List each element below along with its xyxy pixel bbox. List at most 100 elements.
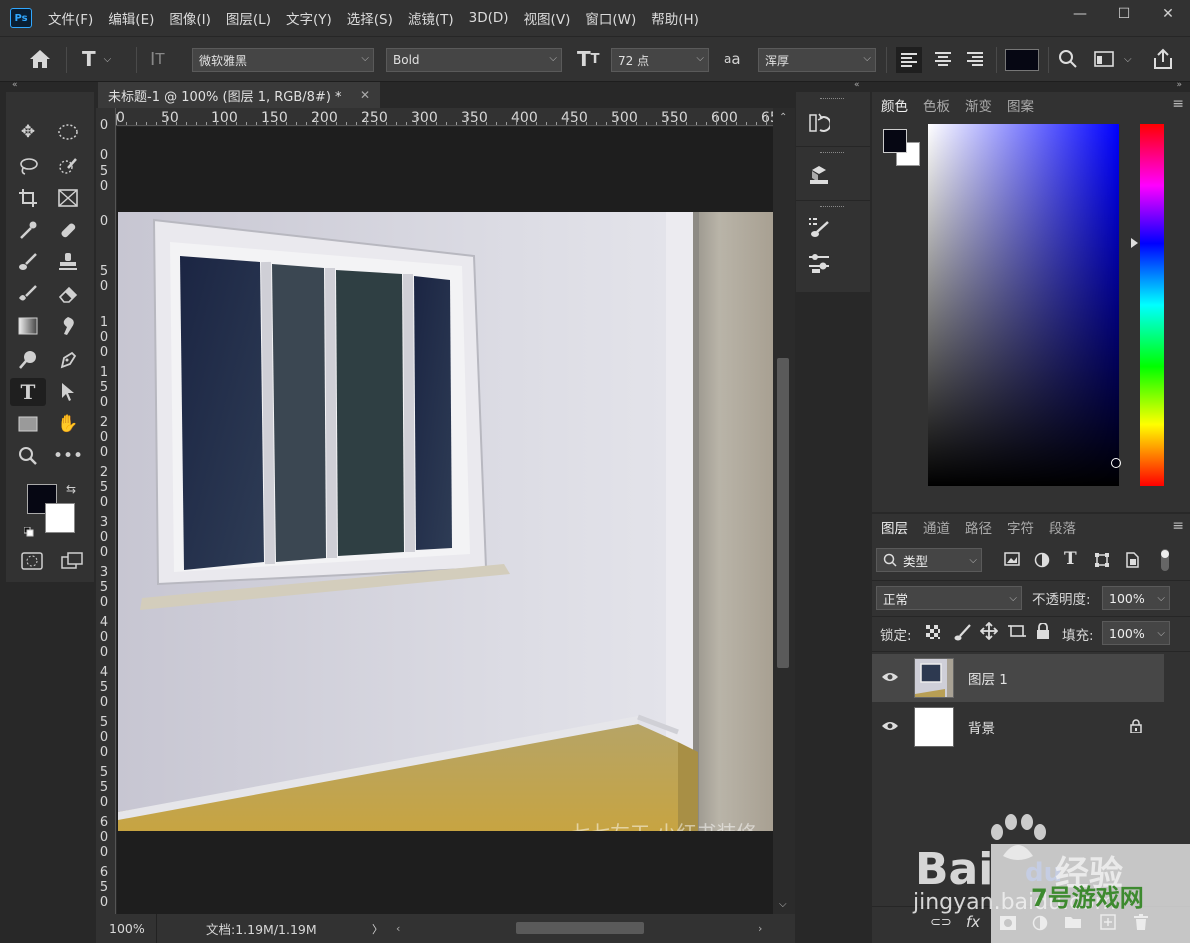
- link-layers-icon[interactable]: ⊂⊃: [930, 915, 952, 930]
- quick-mask-icon[interactable]: [14, 547, 50, 575]
- workspace-icon[interactable]: ⌵: [1094, 47, 1132, 71]
- hue-slider-handle[interactable]: [1131, 238, 1138, 248]
- layer-effects-fx-icon[interactable]: fx: [966, 913, 980, 931]
- maximize-button[interactable]: ☐: [1102, 0, 1146, 28]
- history-panel-icon[interactable]: [806, 110, 832, 136]
- layer-name[interactable]: 背景: [968, 717, 995, 737]
- lock-artboard-icon[interactable]: [1008, 623, 1026, 643]
- fill-input[interactable]: 100% ⌵: [1102, 621, 1170, 645]
- path-selection-tool-icon[interactable]: [50, 378, 86, 406]
- horizontal-ruler[interactable]: 0 50 100 150 200 250 300 350 400 450 500…: [116, 108, 773, 126]
- layer-row-background[interactable]: 背景: [872, 703, 1164, 751]
- type-tool-icon[interactable]: T: [10, 378, 46, 406]
- hand-tool-icon[interactable]: ✋: [50, 410, 86, 438]
- 3d-panel-icon[interactable]: [806, 162, 832, 188]
- menu-window[interactable]: 窗口(W): [585, 8, 636, 28]
- layer-row-layer1[interactable]: 图层 1: [872, 654, 1164, 702]
- menu-file[interactable]: 文件(F): [48, 8, 93, 28]
- pen-tool-icon[interactable]: [50, 346, 86, 374]
- status-menu-arrow[interactable]: 〉: [372, 921, 383, 937]
- search-icon[interactable]: [1058, 47, 1078, 71]
- zoom-level[interactable]: 100%: [109, 921, 145, 936]
- minimize-button[interactable]: —: [1058, 0, 1102, 28]
- brush-settings-panel-icon[interactable]: [806, 214, 832, 240]
- eraser-tool-icon[interactable]: [50, 280, 86, 308]
- gradient-tool-icon[interactable]: [10, 312, 46, 340]
- smudge-tool-icon[interactable]: [50, 312, 86, 340]
- tab-swatches[interactable]: 色板: [923, 95, 950, 115]
- filter-type-icon[interactable]: T: [1064, 549, 1077, 569]
- menu-filter[interactable]: 滤镜(T): [408, 8, 454, 28]
- color-panel-menu-icon[interactable]: ≡: [1172, 96, 1184, 112]
- menu-help[interactable]: 帮助(H): [651, 8, 699, 28]
- font-size-select[interactable]: 72 点 ⌵: [611, 48, 709, 72]
- tab-layers[interactable]: 图层: [881, 517, 908, 537]
- scroll-up-icon[interactable]: ⌃: [779, 112, 787, 123]
- right-panel-collapse[interactable]: »: [872, 80, 1190, 92]
- swap-colors-icon[interactable]: ⇆: [66, 482, 76, 496]
- align-right-icon[interactable]: [962, 47, 988, 71]
- hue-slider[interactable]: [1131, 124, 1164, 486]
- tab-channels[interactable]: 通道: [923, 517, 950, 537]
- home-icon[interactable]: [28, 47, 52, 71]
- more-tools-icon[interactable]: •••: [50, 442, 86, 470]
- filter-adjustment-icon[interactable]: [1034, 552, 1050, 572]
- lock-pixels-icon[interactable]: [954, 623, 972, 645]
- align-left-icon[interactable]: [896, 47, 922, 73]
- anti-alias-select[interactable]: 浑厚 ⌵: [758, 48, 876, 72]
- add-mask-icon[interactable]: [1000, 916, 1016, 934]
- eyedropper-tool-icon[interactable]: [10, 216, 46, 244]
- lock-all-icon[interactable]: [1036, 622, 1050, 643]
- vertical-scroll-thumb[interactable]: [777, 358, 789, 668]
- filter-pixel-icon[interactable]: [1004, 552, 1020, 570]
- align-center-icon[interactable]: [930, 47, 956, 71]
- close-document-icon[interactable]: ✕: [360, 88, 370, 102]
- lock-position-icon[interactable]: [979, 621, 999, 644]
- filter-toggle[interactable]: [1160, 548, 1170, 572]
- delete-layer-trash-icon[interactable]: [1134, 914, 1148, 934]
- crop-tool-icon[interactable]: [10, 184, 46, 212]
- marquee-tool-icon[interactable]: [50, 118, 86, 146]
- layer-filter-kind-select[interactable]: 类型 ⌵: [876, 548, 982, 572]
- menu-view[interactable]: 视图(V): [524, 8, 571, 28]
- vertical-scrollbar[interactable]: ⌃ ⌵: [773, 108, 795, 914]
- tab-character[interactable]: 字符: [1007, 517, 1034, 537]
- type-tool-preset-icon[interactable]: T ⌵: [82, 47, 111, 71]
- background-color-swatch[interactable]: [45, 503, 75, 533]
- vertical-ruler[interactable]: 0 0 5 0 0 5 0 1 0 0 1 5 0 2 0 0 2 5 0 3 …: [96, 108, 116, 914]
- opacity-input[interactable]: 100% ⌵: [1102, 586, 1170, 610]
- horizontal-scroll-thumb[interactable]: [516, 922, 644, 934]
- share-icon[interactable]: [1152, 47, 1174, 71]
- new-group-icon[interactable]: [1064, 915, 1082, 933]
- clone-stamp-tool-icon[interactable]: [50, 248, 86, 276]
- layers-panel-menu-icon[interactable]: ≡: [1172, 518, 1184, 534]
- menu-3d[interactable]: 3D(D): [469, 10, 509, 26]
- brush-tool-icon[interactable]: [10, 248, 46, 276]
- menu-select[interactable]: 选择(S): [347, 8, 393, 28]
- menu-image[interactable]: 图像(I): [169, 8, 211, 28]
- screen-mode-icon[interactable]: [54, 547, 90, 575]
- scroll-right-icon[interactable]: ›: [758, 922, 762, 935]
- blend-mode-select[interactable]: 正常 ⌵: [876, 586, 1022, 610]
- color-picker-cursor[interactable]: [1111, 458, 1121, 468]
- document-tab[interactable]: 未标题-1 @ 100% (图层 1, RGB/8#) * ✕: [98, 82, 380, 108]
- quick-selection-tool-icon[interactable]: [50, 152, 86, 180]
- mid-panel-collapse[interactable]: «: [796, 80, 872, 92]
- tab-gradients[interactable]: 渐变: [965, 95, 992, 115]
- tab-paragraph[interactable]: 段落: [1049, 517, 1076, 537]
- layer-visibility-eye-icon[interactable]: [881, 718, 899, 736]
- filter-smart-object-icon[interactable]: [1124, 552, 1140, 572]
- close-button[interactable]: ✕: [1146, 0, 1190, 28]
- adjustments-panel-icon[interactable]: [806, 250, 832, 276]
- tab-paths[interactable]: 路径: [965, 517, 992, 537]
- scroll-left-icon[interactable]: ‹: [396, 922, 400, 935]
- rectangle-tool-icon[interactable]: [10, 410, 46, 438]
- text-color-swatch[interactable]: [1005, 49, 1039, 71]
- zoom-tool-icon[interactable]: [10, 442, 46, 470]
- tab-patterns[interactable]: 图案: [1007, 95, 1034, 115]
- menu-layer[interactable]: 图层(L): [226, 8, 271, 28]
- layer-name[interactable]: 图层 1: [968, 668, 1008, 688]
- color-field[interactable]: [928, 124, 1121, 486]
- move-tool-icon[interactable]: ✥: [10, 118, 46, 146]
- layer-visibility-eye-icon[interactable]: [881, 669, 899, 687]
